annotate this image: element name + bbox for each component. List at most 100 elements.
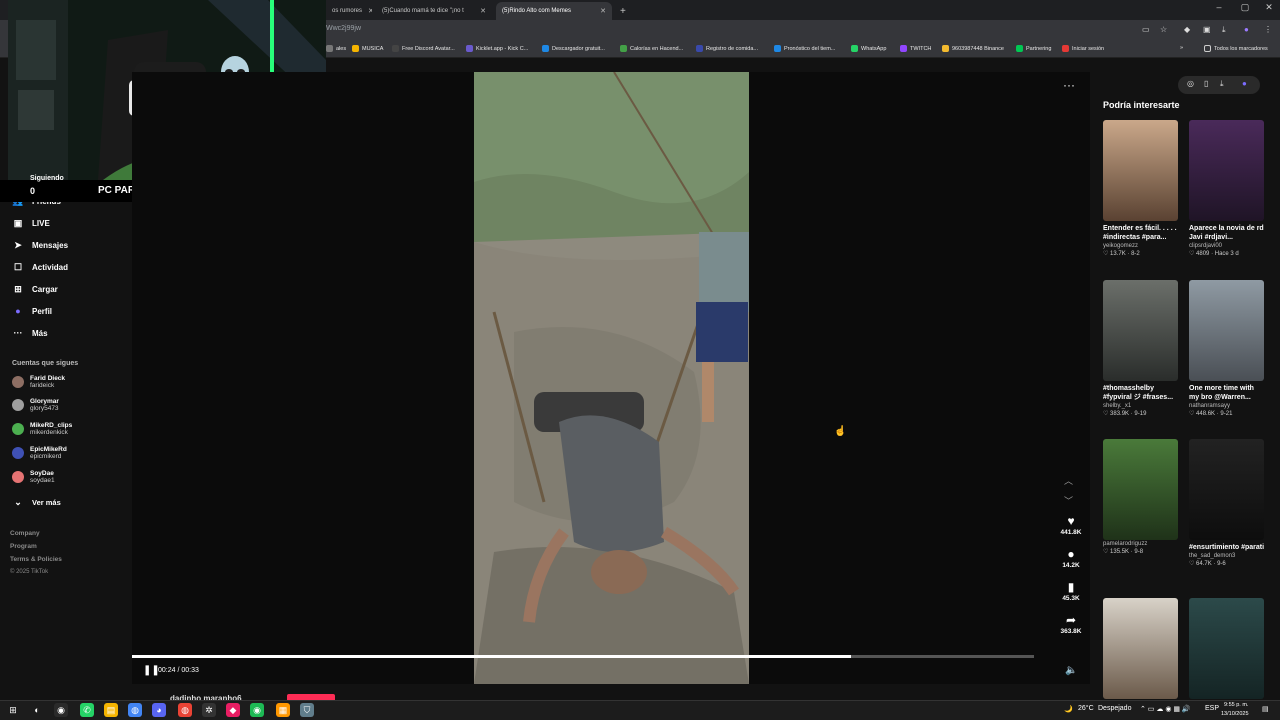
- cast-icon[interactable]: ▭: [1142, 25, 1150, 34]
- footer-terms[interactable]: Terms & Policies: [10, 556, 62, 563]
- minimize-button[interactable]: –: [1210, 2, 1228, 12]
- download-icon[interactable]: ⤓: [1220, 79, 1224, 89]
- new-tab-button[interactable]: +: [614, 2, 630, 20]
- recommendation-card[interactable]: pamelarodriguzz ♡ 135.5K · 9-8: [1103, 439, 1179, 555]
- bookmark-item[interactable]: ales: [326, 45, 346, 52]
- user-avatar[interactable]: ●: [1242, 79, 1247, 88]
- chrome-icon[interactable]: ◍: [128, 703, 142, 717]
- following-account[interactable]: SoyDae soydae1: [12, 470, 55, 484]
- bookmark-item[interactable]: Partnering: [1016, 45, 1051, 52]
- bookmarks-more-button[interactable]: »: [1180, 45, 1183, 51]
- comment-button[interactable]: ● 14.2K: [1058, 547, 1084, 569]
- bookmark-item[interactable]: Registro de comida...: [696, 45, 758, 52]
- sidebar-item-messages[interactable]: ➤ Mensajes: [12, 240, 68, 251]
- recommendation-card[interactable]: Aparece la novia de rd Javi #rdjavi... cl…: [1189, 120, 1265, 257]
- recommendation-card[interactable]: One more time with my bro @Warren... nath…: [1189, 280, 1265, 417]
- card-username[interactable]: the_sad_demon3: [1189, 553, 1265, 559]
- card-username[interactable]: yeikogomezz: [1103, 243, 1179, 249]
- maximize-button[interactable]: ▢: [1236, 2, 1254, 13]
- card-username[interactable]: shelby._x1: [1103, 403, 1179, 409]
- extension-icon[interactable]: ◆: [1184, 25, 1190, 34]
- explorer-icon[interactable]: ▤: [104, 703, 118, 717]
- following-account[interactable]: MikeRD_clips mikerdenkick: [12, 422, 72, 436]
- settings-icon[interactable]: ✲: [202, 703, 216, 717]
- tray-icons[interactable]: ⌃ ▭ ☁ ◉ ▦ 🔊: [1140, 705, 1191, 713]
- browser-tab[interactable]: (5)Cuando mamá te dice "¡no t ✕: [376, 2, 492, 20]
- windows-icon[interactable]: ⊞: [6, 703, 20, 717]
- notifications-icon[interactable]: ▤: [1262, 705, 1269, 713]
- following-account[interactable]: Glorymar glory5473: [12, 398, 59, 412]
- video-thumbnail[interactable]: [1189, 598, 1264, 699]
- sidebar-item-more[interactable]: ··· Más: [12, 328, 48, 338]
- chevron-down-icon[interactable]: ﹀: [1064, 494, 1073, 507]
- discord-icon[interactable]: ◕: [152, 703, 166, 717]
- bookmark-item[interactable]: Descargador gratuit...: [542, 45, 605, 52]
- following-account[interactable]: Farid Dieck farideick: [12, 375, 65, 389]
- recommendation-card[interactable]: [1103, 598, 1179, 699]
- bookmark-item[interactable]: Iniciar sesión: [1062, 45, 1104, 52]
- folder-icon[interactable]: ▦: [276, 703, 290, 717]
- video-frame[interactable]: [474, 72, 749, 684]
- video-thumbnail[interactable]: [1103, 280, 1178, 381]
- app-icon[interactable]: ◆: [226, 703, 240, 717]
- media-icon[interactable]: ◉: [54, 703, 68, 717]
- bookmark-item[interactable]: Kicklet.app - Kick C...: [466, 45, 528, 52]
- menu-icon[interactable]: ⋮: [1264, 25, 1272, 34]
- video-thumbnail[interactable]: [1189, 120, 1264, 221]
- close-icon[interactable]: ✕: [594, 7, 606, 15]
- coins-icon[interactable]: ◎: [1187, 79, 1194, 88]
- card-username[interactable]: nathanramsayy: [1189, 403, 1265, 409]
- see-more-button[interactable]: ⌄ Ver más: [12, 497, 61, 508]
- bookmark-item[interactable]: TWITCH: [900, 45, 931, 52]
- language-indicator[interactable]: ESP: [1205, 705, 1219, 712]
- bookmark-item[interactable]: MUSICA: [352, 45, 383, 52]
- browser-tab[interactable]: os rumores ✕: [326, 2, 372, 20]
- bookmark-item[interactable]: Calorías en Hacend...: [620, 45, 683, 52]
- more-options-icon[interactable]: ···: [1063, 78, 1075, 92]
- sidebar-item-live[interactable]: ▣ LIVE: [12, 218, 50, 229]
- recommendation-card[interactable]: #thomasshelby #fypviral ジ #frases... shel…: [1103, 280, 1179, 417]
- star-icon[interactable]: ☆: [1160, 25, 1167, 34]
- share-button[interactable]: ➦ 363.8K: [1058, 613, 1084, 635]
- bookmark-item[interactable]: 9603987448 Binance: [942, 45, 1004, 52]
- recommendation-card[interactable]: #ensurtimiento #parati the_sad_demon3 ♡ 64…: [1189, 439, 1265, 567]
- bookmark-item[interactable]: Pronóstico del tiem...: [774, 45, 835, 52]
- sidebar-item-profile[interactable]: ● Perfil: [12, 306, 52, 316]
- recommendation-card[interactable]: [1189, 598, 1265, 699]
- close-icon[interactable]: ✕: [474, 7, 486, 15]
- footer-company[interactable]: Company: [10, 530, 40, 537]
- chevron-up-icon[interactable]: ︿: [1064, 474, 1073, 487]
- video-progress-bar[interactable]: [132, 655, 1034, 658]
- sidebar-item-activity[interactable]: ☐ Actividad: [12, 262, 68, 273]
- close-icon[interactable]: ✕: [362, 7, 372, 15]
- spotify-icon[interactable]: ◉: [250, 703, 264, 717]
- chrome-alt-icon[interactable]: ◍: [178, 703, 192, 717]
- search-icon[interactable]: ◐: [30, 703, 44, 717]
- video-thumbnail[interactable]: [1103, 120, 1178, 221]
- close-window-button[interactable]: ✕: [1260, 2, 1278, 13]
- download-icon[interactable]: ⤓: [1222, 25, 1226, 35]
- bookmark-button[interactable]: ▮ 45.3K: [1058, 580, 1084, 602]
- puzzle-icon[interactable]: ▣: [1203, 25, 1211, 34]
- bookmark-item[interactable]: Free Discord Avatar...: [392, 45, 455, 52]
- profile-avatar-icon[interactable]: ●: [1244, 25, 1249, 34]
- video-thumbnail[interactable]: [1189, 280, 1264, 381]
- card-username[interactable]: clipsrdjavi00: [1189, 243, 1265, 249]
- footer-program[interactable]: Program: [10, 543, 37, 550]
- video-thumbnail[interactable]: [1189, 439, 1264, 540]
- whatsapp-icon[interactable]: ✆: [80, 703, 94, 717]
- device-icon[interactable]: ▯: [1204, 79, 1208, 88]
- like-button[interactable]: ♥ 441.8K: [1058, 514, 1084, 536]
- volume-icon[interactable]: 🔈: [1065, 665, 1077, 676]
- card-username[interactable]: pamelarodriguzz: [1103, 541, 1179, 547]
- video-thumbnail[interactable]: [1103, 598, 1178, 699]
- all-bookmarks-folder[interactable]: Todos los marcadores: [1204, 45, 1268, 52]
- following-account[interactable]: EpicMikeRd epicmikerd: [12, 446, 67, 460]
- shield-icon[interactable]: ⛉: [300, 703, 314, 717]
- bookmark-item[interactable]: WhatsApp: [851, 45, 886, 52]
- browser-tab-active[interactable]: (5)Rindo Alto com Memes ✕: [496, 2, 612, 20]
- video-thumbnail[interactable]: [1103, 439, 1178, 540]
- sidebar-item-upload[interactable]: ⊞ Cargar: [12, 284, 58, 295]
- recommendation-card[interactable]: Entender es fácil. . . . . #indirectas #…: [1103, 120, 1179, 257]
- url-field[interactable]: Wwc2j99jw: [326, 25, 361, 32]
